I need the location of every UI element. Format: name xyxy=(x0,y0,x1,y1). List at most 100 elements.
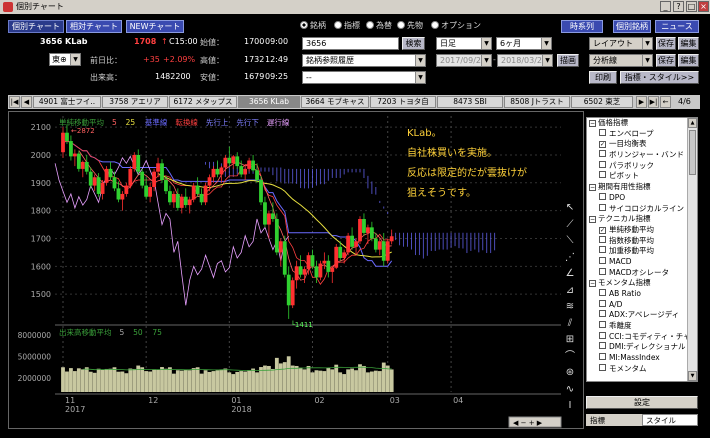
checkbox-icon[interactable] xyxy=(599,150,606,158)
checkbox-icon[interactable] xyxy=(599,246,606,254)
collapse-icon[interactable]: − xyxy=(589,184,596,192)
arc-tool-icon[interactable]: ⌒ xyxy=(563,349,577,366)
channel-tool-icon[interactable]: ≋ xyxy=(563,299,577,316)
period-span-select[interactable]: 6ヶ月 ▼ xyxy=(496,37,552,50)
checkbox-icon[interactable] xyxy=(599,256,606,264)
checkbox-icon[interactable] xyxy=(599,342,606,350)
checkbox-icon[interactable] xyxy=(599,299,606,307)
spiral-tool-icon[interactable]: ⊛ xyxy=(563,365,577,382)
tree-group[interactable]: − 期間有用性指標 xyxy=(587,182,687,193)
panel-scrollbar[interactable]: ▲ ▼ xyxy=(687,118,697,381)
tree-item[interactable]: MACD xyxy=(587,256,687,268)
tab-indicators[interactable]: 指標 xyxy=(586,414,640,426)
radio-options[interactable]: オプション xyxy=(431,20,481,31)
search-input[interactable]: 3656 xyxy=(302,37,399,50)
stock-tab-active[interactable]: 3656 KLab xyxy=(238,96,300,108)
tab-style[interactable]: スタイル xyxy=(642,414,698,426)
tree-item[interactable]: ADX:アベレージディ xyxy=(587,310,687,321)
stock-tab[interactable]: 8508 Jトラスト xyxy=(504,96,570,108)
layout-save-button[interactable]: 保存 xyxy=(656,37,676,50)
blank-select[interactable]: -- ▼ xyxy=(302,71,426,84)
horizontal-line-tool-icon[interactable]: ⟍ xyxy=(563,233,577,250)
checkbox-checked-icon[interactable]: ✓ xyxy=(599,226,606,234)
tree-item[interactable]: ✓ 一目均衡表 xyxy=(587,139,687,150)
checkbox-icon[interactable] xyxy=(599,192,606,200)
tree-item[interactable]: 乖離度 xyxy=(587,321,687,332)
tree-item[interactable]: ✓ 単純移動平均 xyxy=(587,225,687,236)
settings-button[interactable]: 設定 xyxy=(586,396,698,409)
tree-group[interactable]: − テクニカル指標 xyxy=(587,214,687,225)
checkbox-icon[interactable] xyxy=(599,321,606,329)
angle-tool-icon[interactable]: ∠ xyxy=(563,266,577,283)
stock-tab[interactable]: 3664 モブキャス xyxy=(301,96,369,108)
tree-item[interactable]: AB Ratio xyxy=(587,289,687,300)
stock-tab[interactable]: 4901 富士フイ.. xyxy=(33,96,101,108)
stock-tab[interactable]: 6502 東芝 xyxy=(571,96,633,108)
tree-item[interactable]: MACDオシレータ xyxy=(587,267,687,279)
collapse-icon[interactable]: − xyxy=(589,280,596,288)
close-icon[interactable]: × xyxy=(698,1,709,12)
tree-item[interactable]: DMI:ディレクショナル xyxy=(587,342,687,353)
minimize-icon[interactable]: _ xyxy=(660,1,671,12)
period-unit-select[interactable]: 日足 ▼ xyxy=(436,37,492,50)
checkbox-icon[interactable] xyxy=(599,331,606,339)
tree-item[interactable]: A/D xyxy=(587,299,687,311)
tree-item[interactable]: 加重移動平均 xyxy=(587,246,687,257)
indicator-style-button[interactable]: 指標・スタイル>> xyxy=(620,71,699,84)
checkbox-icon[interactable] xyxy=(599,310,606,318)
tree-item[interactable]: MI:MassIndex xyxy=(587,353,687,364)
radio-stock[interactable]: 銘柄 xyxy=(300,20,326,31)
history-select[interactable]: 銘柄参照履歴 ▼ xyxy=(302,54,426,67)
maximize-icon[interactable]: □ xyxy=(686,1,697,12)
checkbox-icon[interactable] xyxy=(599,289,606,296)
checkbox-icon[interactable] xyxy=(599,267,606,275)
cycle-tool-icon[interactable]: ∿ xyxy=(563,382,577,399)
checkbox-icon[interactable] xyxy=(599,203,606,211)
stock-tab[interactable]: 8473 SBI xyxy=(437,96,503,108)
timeseries-button[interactable]: 時系列 xyxy=(561,20,603,33)
fibonacci-tool-icon[interactable]: ⋰ xyxy=(563,250,577,267)
relative-chart-button[interactable]: 相対チャート xyxy=(66,20,122,33)
first-tab-icon[interactable]: |◀ xyxy=(9,96,20,108)
draw-button[interactable]: 描画 xyxy=(557,54,579,67)
news-button[interactable]: ニュース xyxy=(655,20,699,33)
text-tool-icon[interactable]: Ⅰ xyxy=(563,398,577,415)
analysis-save-button[interactable]: 保存 xyxy=(656,54,676,67)
tree-item[interactable]: ボリンジャー・バンド xyxy=(587,150,687,161)
radio-index[interactable]: 指標 xyxy=(334,20,360,31)
back-icon[interactable]: ← xyxy=(660,96,671,108)
analysis-select[interactable]: 分析線 ▼ xyxy=(589,54,653,67)
prev-tab-icon[interactable]: ◀ xyxy=(21,96,32,108)
search-button[interactable]: 検索 xyxy=(402,37,425,50)
last-tab-icon[interactable]: ▶| xyxy=(648,96,659,108)
individual-stock-button[interactable]: 個別銘柄 xyxy=(613,20,651,33)
checkbox-checked-icon[interactable]: ✓ xyxy=(599,141,606,149)
exchange-select[interactable]: 東⊕ ▼ xyxy=(49,53,81,66)
tree-group[interactable]: − モメンタム指標 xyxy=(587,278,687,289)
date-to-field[interactable]: 2018/03/29 ▼ xyxy=(497,54,553,67)
checkbox-icon[interactable] xyxy=(599,235,606,243)
pointer-tool-icon[interactable]: ↖ xyxy=(563,200,577,217)
individual-chart-button[interactable]: 個別チャート xyxy=(8,20,64,33)
help-icon[interactable]: ? xyxy=(673,1,684,12)
collapse-icon[interactable]: − xyxy=(589,120,596,127)
stock-tab[interactable]: 3758 アエリア xyxy=(102,96,168,108)
analysis-edit-button[interactable]: 編集 xyxy=(678,54,699,67)
chart-area[interactable]: 1500 1600 1700 1800 1900 2000 2100 11 12 01 02 03 04… xyxy=(8,111,584,429)
print-button[interactable]: 印刷 xyxy=(589,71,617,84)
tree-item[interactable]: DPO xyxy=(587,192,687,204)
checkbox-icon[interactable] xyxy=(599,160,606,168)
tree-group[interactable]: − 価格指標 xyxy=(587,118,687,129)
radio-futures[interactable]: 先物 xyxy=(397,20,423,31)
checkbox-icon[interactable] xyxy=(599,353,606,361)
tree-item[interactable]: 指数移動平均 xyxy=(587,235,687,247)
grid-tool-icon[interactable]: ⊞ xyxy=(563,332,577,349)
tree-item[interactable]: パラボリック xyxy=(587,160,687,172)
radio-fx[interactable]: 為替 xyxy=(366,20,392,31)
fan-tool-icon[interactable]: ⊿ xyxy=(563,283,577,300)
date-from-field[interactable]: 2017/09/29 ▼ xyxy=(436,54,492,67)
tree-item[interactable]: エンベロープ xyxy=(587,128,687,140)
next-tab-icon[interactable]: ▶ xyxy=(636,96,647,108)
candlestick-chart[interactable]: 1500 1600 1700 1800 1900 2000 2100 11 12 01 02 03 04… xyxy=(9,112,585,430)
tree-item[interactable]: サイコロジカルライン xyxy=(587,203,687,215)
